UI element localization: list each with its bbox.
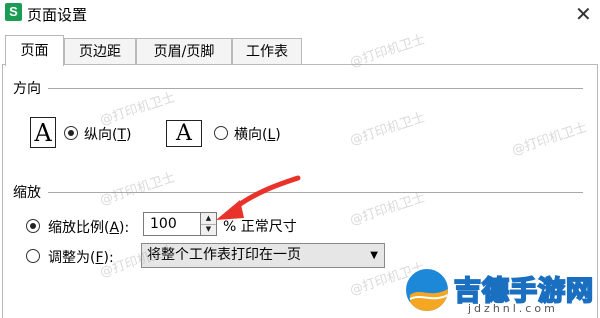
window-title: 页面设置	[27, 6, 88, 24]
portrait-page-icon: A	[30, 117, 56, 148]
fit-to-label[interactable]: 调整为(F):	[48, 247, 114, 267]
radio-selected-dot	[30, 223, 36, 229]
portrait-radio[interactable]	[64, 126, 78, 140]
landscape-radio[interactable]	[214, 126, 228, 140]
landscape-label[interactable]: 横向(L)	[234, 124, 281, 144]
scale-percent-input[interactable]: 100	[143, 212, 201, 236]
panel-border-left	[2, 64, 3, 318]
tab-divider	[2, 64, 598, 65]
watermark-text: @打印机卫士	[510, 120, 590, 159]
brand-logo-icon	[404, 267, 450, 313]
title-bar	[0, 0, 600, 28]
watermark-text: @打印机卫士	[348, 110, 428, 149]
portrait-label[interactable]: 纵向(T)	[84, 124, 132, 144]
watermark-text: @打印机卫士	[98, 170, 178, 209]
fit-to-radio[interactable]	[26, 249, 40, 263]
scaling-section-label: 缩放	[13, 182, 41, 202]
orientation-divider	[48, 88, 583, 89]
fit-to-select[interactable]: 将整个工作表打印在一页 ▼	[141, 243, 385, 268]
tab-header-footer[interactable]: 页眉/页脚	[136, 38, 232, 64]
scaling-divider	[48, 192, 583, 193]
tab-worksheet[interactable]: 工作表	[232, 38, 302, 64]
fit-to-select-value: 将整个工作表打印在一页	[147, 247, 301, 263]
orientation-section-label: 方向	[13, 78, 41, 98]
panel-border-right	[597, 64, 598, 318]
brand-url: jdzhnl.com	[468, 302, 558, 315]
tab-page[interactable]: 页面	[5, 35, 64, 66]
landscape-page-icon: A	[166, 120, 202, 147]
dropdown-arrow-icon: ▼	[370, 250, 378, 261]
scale-ratio-label[interactable]: 缩放比例(A):	[48, 217, 129, 237]
annotation-arrow-icon	[216, 175, 301, 220]
app-icon: S	[5, 3, 22, 21]
scale-ratio-radio[interactable]	[26, 219, 40, 233]
tab-margins[interactable]: 页边距	[64, 38, 136, 64]
stepper-down-icon[interactable]: ▼	[201, 224, 216, 235]
close-icon[interactable]: ✕	[575, 2, 592, 26]
radio-selected-dot	[68, 130, 74, 136]
